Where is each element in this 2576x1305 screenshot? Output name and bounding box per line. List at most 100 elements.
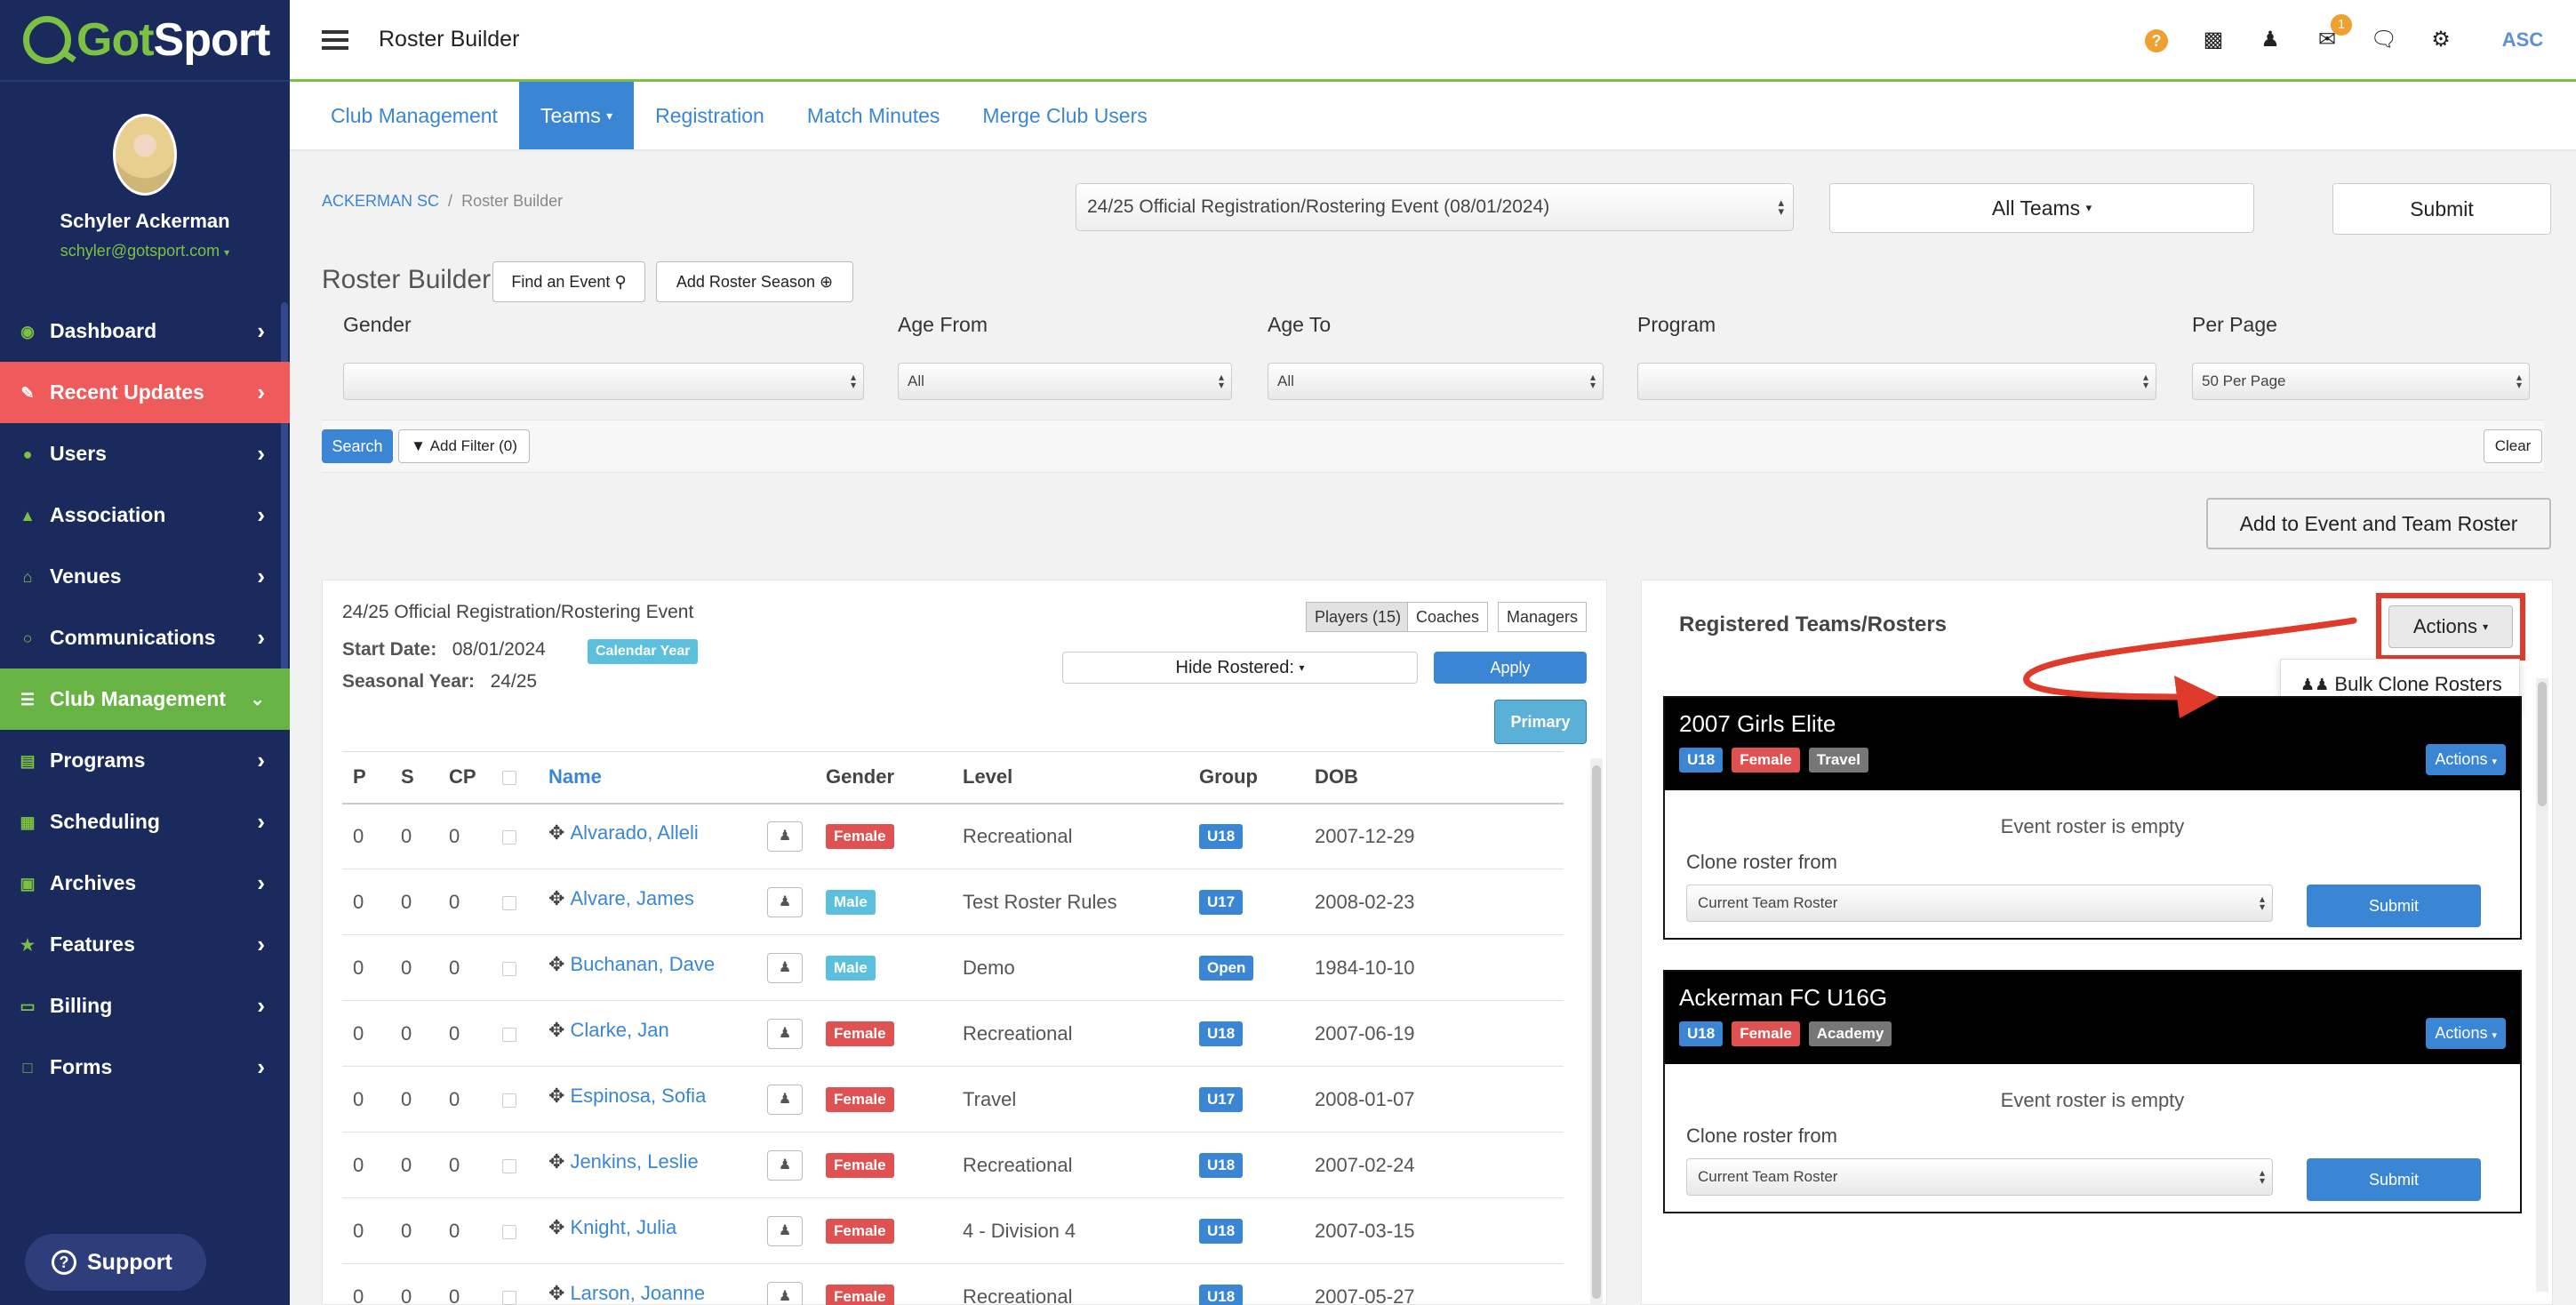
gender-select[interactable]: ▴ ▾ [343, 363, 864, 400]
submit-button[interactable]: Submit [2332, 183, 2551, 235]
age-to-select[interactable]: All ▴ ▾ [1268, 363, 1604, 400]
sidebar-item-scheduling[interactable]: ▦ Scheduling › [0, 791, 290, 853]
user-initials[interactable]: ASC [2469, 28, 2576, 52]
move-icon[interactable]: ✥ [548, 1019, 564, 1041]
sidebar-item-dashboard[interactable]: ◉ Dashboard › [0, 300, 290, 362]
player-name-link[interactable]: Espinosa, Sofia [570, 1085, 706, 1107]
row-checkbox[interactable] [502, 1093, 516, 1108]
add-roster-season-button[interactable]: Add Roster Season ⊕ [656, 261, 853, 302]
group-badge: U18 [1199, 1153, 1244, 1178]
chat-icon[interactable]: 🗨 [2356, 27, 2412, 52]
sidebar-item-features[interactable]: ★ Features › [0, 914, 290, 975]
coaches-toggle[interactable]: Coaches [1407, 602, 1489, 632]
row-checkbox[interactable] [502, 1290, 516, 1305]
player-name-link[interactable]: Buchanan, Dave [570, 953, 715, 975]
qr-code-icon[interactable]: ▩ [2185, 27, 2242, 52]
move-icon[interactable]: ✥ [548, 821, 564, 844]
move-icon[interactable]: ✥ [548, 1216, 564, 1238]
row-checkbox[interactable] [502, 829, 516, 845]
row-checkbox[interactable] [502, 1224, 516, 1239]
scrollbar-thumb[interactable] [2538, 682, 2547, 806]
clone-submit-button[interactable]: Submit [2307, 885, 2481, 927]
sidebar-item-users[interactable]: ● Users › [0, 423, 290, 484]
search-button[interactable]: Search [322, 429, 393, 463]
row-checkbox[interactable] [502, 1027, 516, 1042]
program-select[interactable]: ▴ ▾ [1637, 363, 2156, 400]
groups-icon[interactable]: ♟ [767, 1149, 803, 1181]
sidebar-item-archives[interactable]: ▣ Archives › [0, 853, 290, 914]
team-actions-button[interactable]: Actions ▾ [2426, 744, 2506, 775]
groups-icon[interactable]: ♟ [767, 1084, 803, 1115]
groups-icon[interactable]: ♟ [767, 1281, 803, 1305]
tab-registration[interactable]: Registration [634, 82, 786, 149]
move-icon[interactable]: ✥ [548, 953, 564, 975]
managers-toggle[interactable]: Managers [1498, 602, 1588, 632]
clone-roster-select[interactable]: Current Team Roster ▴ ▾ [1686, 1158, 2273, 1196]
mail-icon[interactable]: ✉ 1 [2299, 14, 2356, 52]
per-page-select[interactable]: 50 Per Page ▴ ▾ [2192, 363, 2530, 400]
col-name[interactable]: Name [538, 751, 815, 805]
move-icon[interactable]: ✥ [548, 1150, 564, 1173]
sidebar-item-association[interactable]: ▲ Association › [0, 484, 290, 546]
clone-submit-button[interactable]: Submit [2307, 1158, 2481, 1201]
clone-roster-select[interactable]: Current Team Roster ▴ ▾ [1686, 885, 2273, 922]
player-name-link[interactable]: Alvare, James [570, 887, 693, 909]
team-actions-button[interactable]: Actions ▾ [2426, 1018, 2506, 1049]
teams-scrollbar[interactable] [2536, 678, 2548, 1292]
groups-icon[interactable]: ♟ [767, 952, 803, 983]
sidebar-item-club-management[interactable]: ☰ Club Management ⌄ [0, 669, 290, 730]
player-name-link[interactable]: Larson, Joanne [570, 1282, 705, 1304]
col-select-all [492, 751, 538, 805]
move-icon[interactable]: ✥ [548, 1282, 564, 1304]
gotsport-logo[interactable]: GotSport [0, 0, 290, 82]
groups-icon[interactable]: ♟ [767, 1018, 803, 1049]
tab-club-management[interactable]: Club Management [309, 82, 519, 149]
sidebar-item-billing[interactable]: ▭ Billing › [0, 975, 290, 1037]
select-all-checkbox[interactable] [502, 771, 516, 786]
row-checkbox[interactable] [502, 895, 516, 910]
sidebar-item-programs[interactable]: ▤ Programs › [0, 730, 290, 791]
player-name-link[interactable]: Clarke, Jan [570, 1019, 668, 1041]
add-filter-button[interactable]: ▼ Add Filter (0) [398, 429, 530, 463]
row-checkbox[interactable] [502, 961, 516, 976]
support-button[interactable]: ? Support [25, 1234, 206, 1291]
sidebar-item-communications[interactable]: ○ Communications › [0, 607, 290, 669]
player-name-link[interactable]: Jenkins, Leslie [570, 1150, 698, 1173]
help-icon[interactable]: ? [2128, 28, 2185, 52]
avatar[interactable] [113, 114, 177, 196]
bulk-actions-button[interactable]: Actions ▾ [2388, 605, 2513, 648]
sidebar-item-recent-updates[interactable]: ✎ Recent Updates › [0, 362, 290, 423]
clear-button[interactable]: Clear [2484, 429, 2542, 463]
player-name-link[interactable]: Knight, Julia [570, 1216, 676, 1238]
scrollbar-thumb[interactable] [1592, 765, 1601, 1299]
groups-icon[interactable]: ♟ [767, 821, 803, 852]
find-event-button[interactable]: Find an Event ⚲ [492, 261, 645, 302]
hamburger-menu-icon[interactable] [322, 26, 348, 54]
gear-icon[interactable]: ⚙ [2412, 27, 2469, 52]
sidebar-item-venues[interactable]: ⌂ Venues › [0, 546, 290, 607]
tab-teams[interactable]: Teams ▾ [518, 82, 635, 149]
players-toggle[interactable]: Players (15) [1306, 602, 1411, 632]
move-icon[interactable]: ✥ [548, 1085, 564, 1107]
caret-down-icon: ▾ [1299, 661, 1305, 674]
profile-email-dropdown[interactable]: schyler@gotsport.com ▾ [0, 242, 290, 260]
row-checkbox[interactable] [502, 1158, 516, 1173]
age-from-select[interactable]: All ▴ ▾ [898, 363, 1232, 400]
players-scrollbar[interactable] [1590, 758, 1603, 1305]
primary-button[interactable]: Primary [1494, 700, 1587, 744]
sidebar-item-forms[interactable]: □ Forms › [0, 1037, 290, 1098]
tab-merge-club-users[interactable]: Merge Club Users [961, 82, 1168, 149]
move-icon[interactable]: ✥ [548, 887, 564, 909]
teams-dropdown[interactable]: All Teams ▾ [1829, 183, 2254, 233]
breadcrumb-club-link[interactable]: ACKERMAN SC [322, 192, 439, 210]
add-to-event-team-roster-button[interactable]: Add to Event and Team Roster [2206, 498, 2551, 549]
team-badge: U18 [1679, 1021, 1724, 1046]
groups-icon[interactable]: ♟ [767, 886, 803, 917]
player-name-link[interactable]: Alvarado, Alleli [570, 821, 698, 844]
user-icon[interactable]: ♟ [2242, 27, 2299, 52]
tab-match-minutes[interactable]: Match Minutes [786, 82, 962, 149]
groups-icon[interactable]: ♟ [767, 1215, 803, 1246]
hide-rostered-dropdown[interactable]: Hide Rostered: ▾ [1062, 652, 1418, 684]
apply-button[interactable]: Apply [1434, 652, 1587, 684]
event-select[interactable]: 24/25 Official Registration/Rostering Ev… [1076, 183, 1794, 231]
